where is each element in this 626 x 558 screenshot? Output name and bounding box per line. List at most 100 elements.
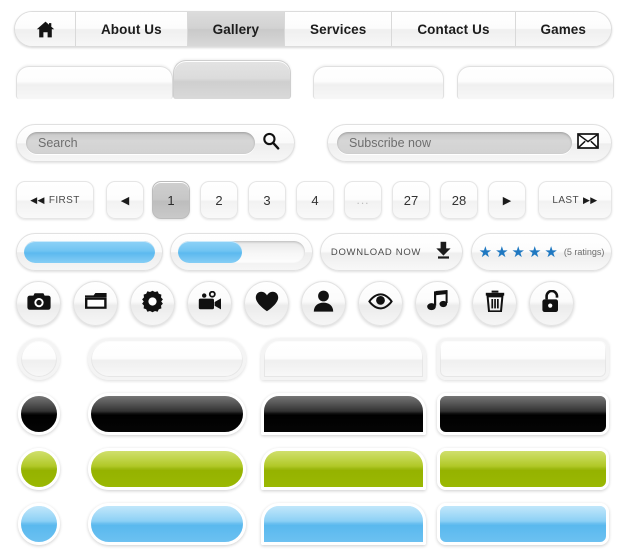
gloss-overlay	[21, 396, 57, 415]
progress-and-action-row: DOWNLOAD NOW ★ ★ ★ ★ ★ (5 ratings)	[0, 233, 626, 273]
star-icon: ★	[511, 243, 525, 261]
tab-shape-4[interactable]	[457, 66, 614, 99]
pagination-ellipsis: ...	[344, 181, 382, 219]
rating-widget[interactable]: ★ ★ ★ ★ ★ (5 ratings)	[471, 233, 612, 271]
star-icon: ★	[478, 243, 493, 261]
double-chevron-right-icon: ▶▶	[582, 194, 598, 205]
progress-bar-half[interactable]	[170, 233, 313, 271]
gloss-overlay	[91, 506, 243, 525]
pagination-page-label: 28	[451, 192, 467, 208]
pagination-next-button[interactable]: ▶	[488, 181, 526, 219]
gloss-overlay	[91, 341, 243, 360]
download-now-label: DOWNLOAD NOW	[330, 246, 422, 258]
button-white-pill[interactable]	[88, 338, 246, 380]
progress-bar-full[interactable]	[16, 233, 163, 271]
tab-shape-2-active[interactable]	[173, 60, 291, 99]
button-green-rect[interactable]	[437, 448, 609, 490]
pagination-page-label: 1	[167, 192, 175, 208]
nav-item-services[interactable]: Services	[285, 12, 393, 46]
button-black-rect[interactable]	[437, 393, 609, 435]
camera-button[interactable]	[16, 281, 61, 326]
gloss-overlay	[264, 506, 423, 525]
trash-icon	[485, 290, 505, 317]
button-row-blue	[0, 501, 626, 551]
search-input[interactable]: Search	[26, 132, 255, 154]
gloss-overlay	[440, 506, 606, 525]
double-chevron-left-icon: ◀◀	[30, 194, 45, 205]
home-icon	[36, 21, 55, 38]
subscribe-input-value: Subscribe now	[349, 135, 431, 150]
gloss-overlay	[21, 341, 57, 360]
search-icon	[261, 131, 281, 156]
view-button[interactable]	[358, 281, 403, 326]
tab-shape-3[interactable]	[313, 66, 444, 99]
favorite-button[interactable]	[244, 281, 289, 326]
unlock-button[interactable]	[529, 281, 574, 326]
pagination-first-label: FIRST	[48, 194, 80, 206]
button-green-circle[interactable]	[18, 448, 60, 490]
button-black-pill[interactable]	[88, 393, 246, 435]
progress-track	[178, 241, 305, 263]
pagination-page-4[interactable]: 4	[296, 181, 334, 219]
gloss-overlay	[264, 451, 423, 470]
pagination-first-button[interactable]: ◀◀ FIRST	[16, 181, 94, 219]
search-button[interactable]	[257, 131, 285, 156]
nav-item-contact-us[interactable]: Contact Us	[392, 12, 516, 46]
download-now-button[interactable]: DOWNLOAD NOW	[320, 233, 463, 271]
button-white-rect[interactable]	[437, 338, 609, 380]
download-icon	[435, 241, 452, 264]
gloss-overlay	[21, 451, 57, 470]
subscribe-input[interactable]: Subscribe now	[337, 132, 572, 154]
subscribe-bar[interactable]: Subscribe now	[327, 124, 612, 162]
star-rating: ★ ★ ★ ★ ★	[479, 245, 558, 260]
music-note-icon	[426, 290, 449, 317]
nav-item-home[interactable]	[15, 12, 76, 46]
pagination-prev-button[interactable]: ◀	[106, 181, 144, 219]
button-blue-top-rounded[interactable]	[261, 503, 426, 545]
subscribe-button[interactable]	[574, 132, 602, 154]
eye-icon	[368, 292, 393, 316]
tab-shape-row	[0, 60, 626, 102]
nav-item-about-us[interactable]: About Us	[76, 12, 188, 46]
button-row-black	[0, 391, 626, 441]
button-black-circle[interactable]	[18, 393, 60, 435]
nav-item-label: About Us	[100, 21, 162, 37]
nav-item-label: Gallery	[212, 21, 260, 37]
nav-item-label: Games	[540, 21, 587, 37]
user-button[interactable]	[301, 281, 346, 326]
pagination-page-28[interactable]: 28	[440, 181, 478, 219]
button-green-top-rounded[interactable]	[261, 448, 426, 490]
pagination-page-1[interactable]: 1	[152, 181, 190, 219]
nav-item-gallery[interactable]: Gallery	[187, 12, 286, 46]
pagination-page-label: 4	[311, 192, 319, 208]
button-blue-pill[interactable]	[88, 503, 246, 545]
delete-button[interactable]	[472, 281, 517, 326]
settings-button[interactable]	[130, 281, 175, 326]
pagination-last-button[interactable]: LAST ▶▶	[538, 181, 612, 219]
button-blue-circle[interactable]	[18, 503, 60, 545]
tab-shape-1[interactable]	[16, 66, 173, 99]
folder-button[interactable]	[73, 281, 118, 326]
pagination-page-2[interactable]: 2	[200, 181, 238, 219]
button-white-circle[interactable]	[18, 338, 60, 380]
pagination-page-3[interactable]: 3	[248, 181, 286, 219]
pagination-page-27[interactable]: 27	[392, 181, 430, 219]
star-icon: ★	[544, 243, 558, 261]
search-bar[interactable]: Search	[16, 124, 295, 162]
star-icon: ★	[495, 243, 509, 261]
video-button[interactable]	[187, 281, 232, 326]
button-row-green	[0, 446, 626, 496]
button-black-top-rounded[interactable]	[261, 393, 426, 435]
button-blue-rect[interactable]	[437, 503, 609, 545]
button-white-top-rounded[interactable]	[261, 338, 426, 380]
gloss-overlay	[21, 506, 57, 525]
pagination-page-label: 2	[215, 192, 223, 208]
music-button[interactable]	[415, 281, 460, 326]
button-row-white	[0, 336, 626, 386]
user-icon	[313, 290, 334, 317]
gloss-overlay	[264, 341, 423, 360]
progress-fill	[24, 241, 155, 263]
button-green-pill[interactable]	[88, 448, 246, 490]
star-icon: ★	[527, 243, 542, 261]
nav-item-games[interactable]: Games	[515, 12, 611, 46]
